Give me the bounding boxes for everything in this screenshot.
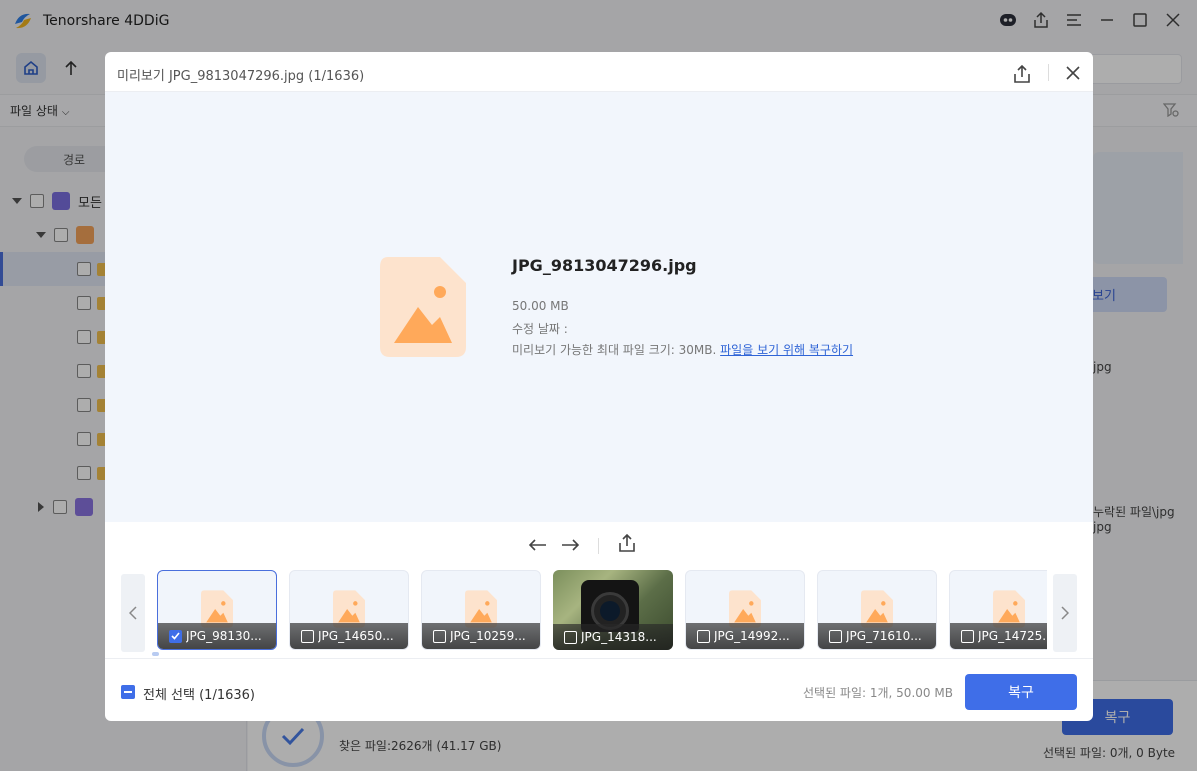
nav-divider [598, 538, 599, 554]
previous-arrow-icon[interactable] [526, 534, 550, 556]
file-size: 50.00 MB [512, 299, 569, 313]
thumbnail-label: JPG_14725... [978, 629, 1047, 643]
thumbnail[interactable]: JPG_14318... [553, 570, 673, 650]
modal-title: 미리보기 JPG_9813047296.jpg (1/1636) [117, 69, 365, 84]
modal-footer: 전체 선택 (1/1636) 선택된 파일: 1개, 50.00 MB 복구 [105, 658, 1093, 721]
thumbnail-checkbox[interactable] [564, 630, 577, 644]
recover-to-view-link[interactable]: 파일을 보기 위해 복구하기 [720, 343, 853, 357]
thumbnail-checkbox[interactable] [301, 629, 314, 643]
export-icon[interactable] [615, 531, 639, 553]
modified-date: 수정 날짜 : [512, 322, 568, 336]
thumbnail-checkbox[interactable] [961, 629, 974, 643]
next-arrow-icon[interactable] [558, 534, 582, 556]
selected-files-info: 선택된 파일: 1개, 50.00 MB [803, 686, 953, 700]
thumbnail[interactable]: JPG_14725... [949, 570, 1047, 650]
close-icon[interactable] [1060, 60, 1086, 86]
strip-left-chevron-icon[interactable] [121, 574, 145, 652]
select-all-label[interactable]: 전체 선택 (1/1636) [143, 684, 255, 703]
header-divider [1048, 64, 1049, 81]
thumbnail[interactable]: JPG_14650... [289, 570, 409, 650]
thumbnail-label: JPG_71610... [846, 629, 922, 643]
preview-modal: 미리보기 JPG_9813047296.jpg (1/1636) JPG_981… [105, 52, 1093, 721]
thumbnail[interactable]: JPG_98130... [157, 570, 277, 650]
preview-size-note-text: 미리보기 가능한 최대 파일 크기: 30MB. [512, 343, 717, 357]
thumbnail-label: JPG_14650... [318, 629, 394, 643]
recover-button[interactable]: 복구 [965, 674, 1077, 710]
thumbnail-checkbox[interactable] [829, 629, 842, 643]
strip-scroll-indicator[interactable] [152, 652, 159, 656]
thumbnail[interactable]: JPG_10259... [421, 570, 541, 650]
thumbnail-strip: JPG_98130... JPG_14650... JPG_10259... J… [105, 568, 1093, 656]
select-all-checkbox[interactable] [121, 685, 135, 699]
preview-size-note: 미리보기 가능한 최대 파일 크기: 30MB. 파일을 보기 위해 복구하기 [512, 341, 853, 358]
thumbnail-checkbox[interactable] [433, 629, 446, 643]
thumbnail-label: JPG_14992... [714, 629, 790, 643]
thumbnail-label: JPG_14318... [581, 630, 657, 644]
thumbnail-checkbox[interactable] [697, 629, 710, 643]
modal-header: 미리보기 JPG_9813047296.jpg (1/1636) [105, 52, 1093, 92]
thumbnail[interactable]: JPG_14992... [685, 570, 805, 650]
thumbnail-checkbox[interactable] [169, 629, 182, 643]
image-file-icon [380, 257, 466, 361]
export-icon[interactable] [1009, 60, 1035, 86]
thumbnails: JPG_98130... JPG_14650... JPG_10259... J… [157, 570, 1047, 652]
thumbnail[interactable]: JPG_71610... [817, 570, 937, 650]
navigation-row [105, 522, 1093, 568]
preview-area: JPG_9813047296.jpg 50.00 MB 수정 날짜 : 미리보기… [105, 92, 1093, 522]
file-name: JPG_9813047296.jpg [512, 256, 697, 275]
thumbnail-label: JPG_10259... [450, 629, 526, 643]
strip-right-chevron-icon[interactable] [1053, 574, 1077, 652]
thumbnail-label: JPG_98130... [186, 629, 262, 643]
